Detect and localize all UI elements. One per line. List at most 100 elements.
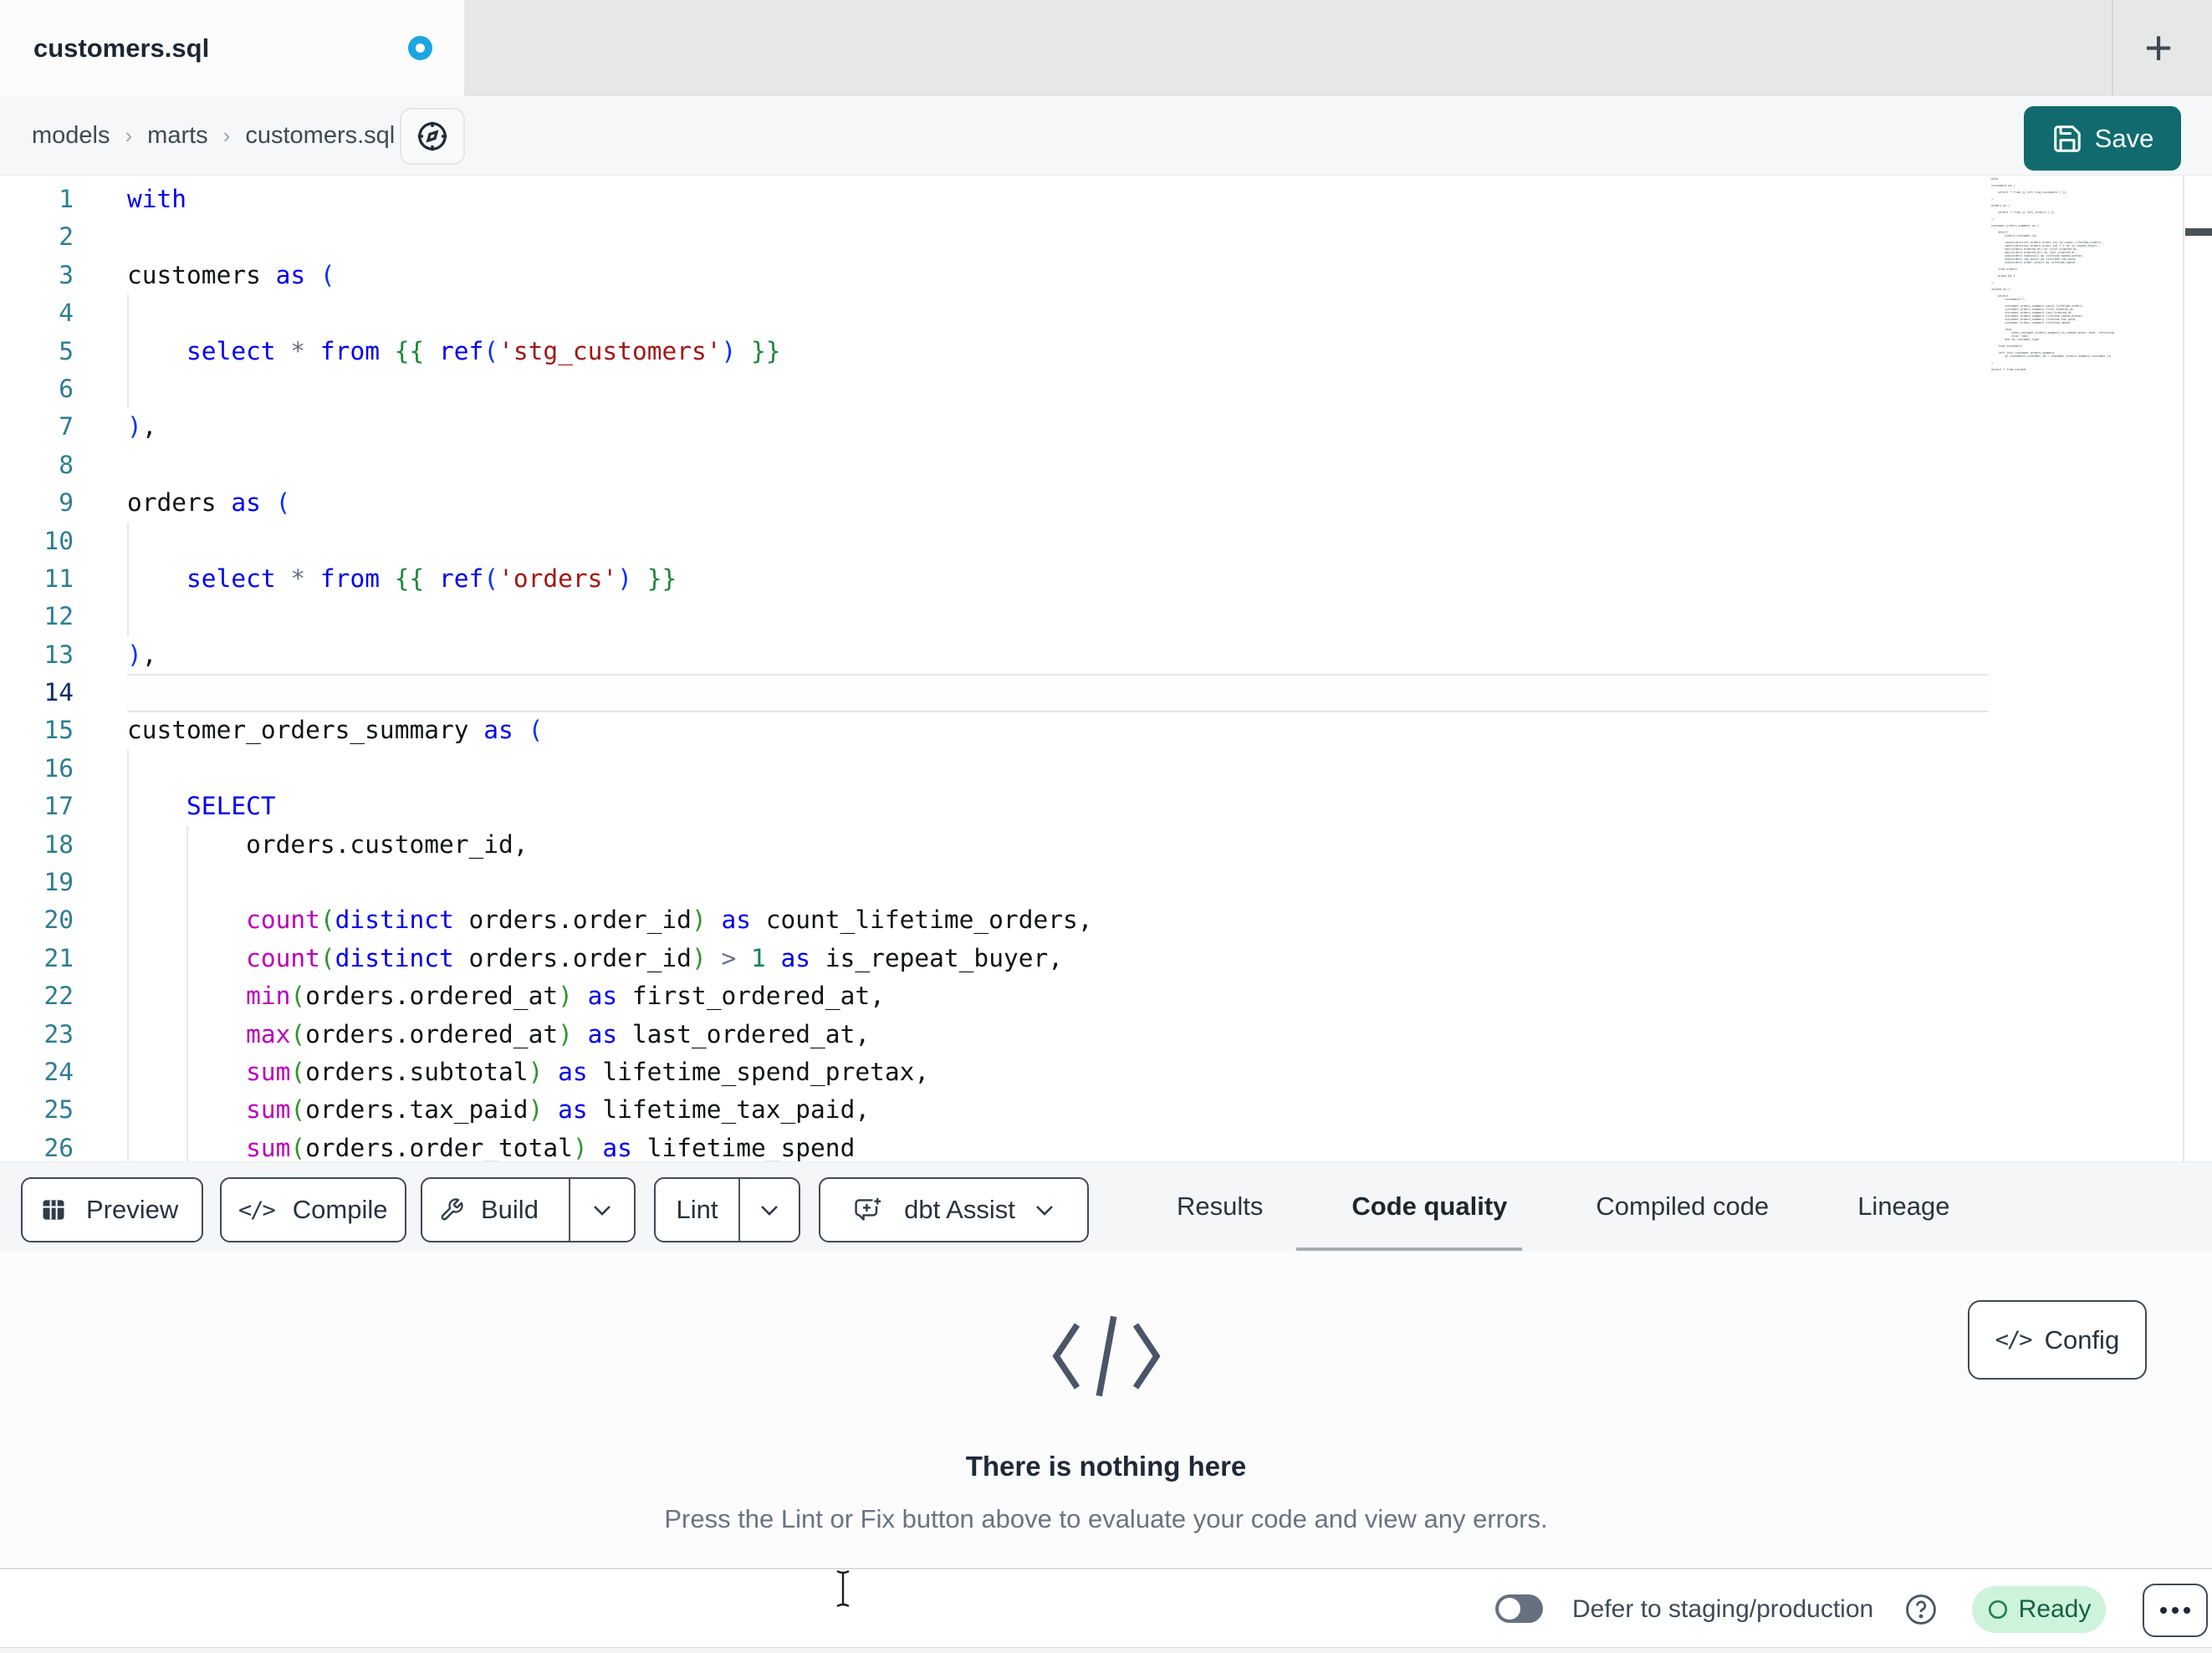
compile-button[interactable]: </> Compile: [220, 1177, 406, 1242]
breadcrumb-bar: models › marts › customers.sql Save: [0, 96, 2212, 176]
defer-toggle[interactable]: [1495, 1594, 1543, 1623]
tab-bar-divider: [2112, 0, 2113, 96]
dot: [2160, 1607, 2167, 1614]
line-number: 18: [43, 829, 74, 859]
code-line[interactable]: 18 orders.customer_id,: [0, 826, 1989, 864]
code-line[interactable]: 23 max(orders.ordered_at) as last_ordere…: [0, 1016, 1989, 1054]
code-line[interactable]: 17 SELECT: [0, 788, 1989, 825]
dot: [2184, 1607, 2190, 1614]
code-line[interactable]: 26 sum(orders.order_total) as lifetime_s…: [0, 1130, 1989, 1162]
panel-tabs: Results Code quality Compiled code Linea…: [1177, 1162, 1950, 1251]
code-quality-panel: There is nothing here Press the Lint or …: [0, 1251, 2212, 1568]
help-icon[interactable]: [1903, 1592, 1939, 1627]
line-number: 3: [59, 260, 74, 289]
defer-label: Defer to staging/production: [1572, 1594, 1874, 1623]
compass-icon: [417, 121, 447, 151]
code-brackets-icon: </>: [1995, 1327, 2033, 1353]
code-line[interactable]: 25 sum(orders.tax_paid) as lifetime_tax_…: [0, 1091, 1989, 1129]
code-line[interactable]: 3 customers as (: [0, 257, 1989, 294]
breadcrumb: models › marts › customers.sql: [32, 96, 395, 176]
preview-button[interactable]: Preview: [21, 1177, 203, 1242]
dbt-assist-button[interactable]: dbt Assist: [819, 1177, 1089, 1242]
code-line[interactable]: 8: [0, 446, 1989, 484]
lint-split-button: Lint: [654, 1177, 800, 1242]
dbt-ide-window: + customers.sql models › marts › custome…: [0, 0, 2212, 1653]
build-button[interactable]: Build: [422, 1179, 569, 1241]
line-number: 1: [59, 185, 74, 213]
code-line[interactable]: 11 select * from {{ ref('orders') }}: [0, 560, 1989, 598]
code-brackets-icon: </>: [238, 1196, 276, 1223]
code-lines[interactable]: 1 with 2 3 customers as (4 5 select * from {{…: [0, 181, 1989, 1162]
code-line[interactable]: 16: [0, 750, 1989, 788]
line-number: 5: [59, 336, 74, 365]
line-number: 22: [43, 982, 74, 1011]
text-cursor-pointer: [836, 1569, 850, 1608]
code-line[interactable]: 2: [0, 218, 1989, 256]
tab-lineage[interactable]: Lineage: [1857, 1191, 1949, 1222]
config-button[interactable]: </> Config: [1968, 1300, 2147, 1380]
line-number: 26: [43, 1133, 74, 1162]
lint-dropdown-button[interactable]: [740, 1179, 799, 1241]
overview-ruler-marker: [2185, 228, 2212, 236]
window-bottom-edge: [0, 1647, 2212, 1653]
lineage-navigate-button[interactable]: [400, 108, 465, 165]
build-dropdown-button[interactable]: [570, 1179, 634, 1241]
minimap[interactable]: with customers as ( select * from {{ ref…: [1991, 177, 2182, 1161]
line-number: 16: [43, 753, 74, 783]
tab-code-quality[interactable]: Code quality: [1351, 1191, 1507, 1222]
config-label: Config: [2044, 1324, 2120, 1355]
lint-button[interactable]: Lint: [656, 1179, 738, 1241]
code-line[interactable]: 5 select * from {{ ref('stg_customers') …: [0, 333, 1989, 370]
line-number: 25: [43, 1095, 74, 1125]
wrench-icon: [441, 1198, 463, 1221]
code-line[interactable]: 19: [0, 864, 1989, 901]
code-line[interactable]: 21 count(distinct orders.order_id) > 1 a…: [0, 940, 1989, 977]
code-line[interactable]: 4: [0, 294, 1989, 332]
ready-circle-icon: [1988, 1599, 2007, 1620]
toggle-knob: [1499, 1598, 1520, 1620]
tab-compiled-code[interactable]: Compiled code: [1596, 1191, 1769, 1222]
status-bar: Defer to staging/production Ready: [0, 1568, 2212, 1647]
line-number: 15: [43, 716, 74, 745]
code-editor[interactable]: 1 with 2 3 customers as (4 5 select * from {{…: [0, 176, 2212, 1162]
empty-state-description: Press the Lint or Fix button above to ev…: [664, 1504, 1548, 1533]
empty-state: There is nothing here Press the Lint or …: [0, 1309, 2212, 1534]
chevron-down-icon: [594, 1205, 611, 1216]
breadcrumb-item-customers-sql[interactable]: customers.sql: [245, 122, 395, 150]
code-line[interactable]: 24 sum(orders.subtotal) as lifetime_spen…: [0, 1054, 1989, 1091]
breadcrumb-separator: ›: [222, 123, 231, 148]
code-line[interactable]: 1 with: [0, 181, 1989, 218]
code-line[interactable]: 7),: [0, 408, 1989, 446]
code-line[interactable]: 13),: [0, 636, 1989, 674]
code-line[interactable]: 12: [0, 598, 1989, 635]
line-number: 9: [59, 488, 74, 518]
tab-title: customers.sql: [33, 33, 210, 63]
line-number: 17: [43, 792, 74, 821]
tab-results[interactable]: Results: [1177, 1191, 1263, 1222]
code-line[interactable]: 9 orders as (: [0, 484, 1989, 522]
editor-toolbar: Preview </> Compile Build Lint dbt Assis…: [0, 1162, 2212, 1251]
tab-customers-sql[interactable]: customers.sql: [0, 0, 464, 97]
code-line[interactable]: 14: [0, 674, 1989, 712]
code-line[interactable]: 15 customer_orders_summary as (: [0, 712, 1989, 749]
line-number: 12: [43, 602, 74, 631]
line-number: 11: [43, 564, 74, 593]
code-brackets-icon: [1051, 1315, 1161, 1397]
breadcrumb-item-models[interactable]: models: [32, 122, 110, 150]
code-line[interactable]: 20 count(distinct orders.order_id) as co…: [0, 901, 1989, 939]
save-button[interactable]: Save: [2024, 106, 2181, 171]
new-tab-button[interactable]: +: [2121, 0, 2196, 96]
line-number: 21: [43, 943, 74, 972]
code-line[interactable]: 6: [0, 370, 1989, 408]
assist-chat-sparkle-icon: [855, 1196, 883, 1221]
chevron-down-icon: [1035, 1205, 1053, 1216]
code-line[interactable]: 22 min(orders.ordered_at) as first_order…: [0, 977, 1989, 1015]
line-number: 10: [43, 526, 74, 555]
dot: [2172, 1607, 2179, 1614]
more-options-button[interactable]: [2143, 1584, 2208, 1637]
breadcrumb-item-marts[interactable]: marts: [147, 122, 208, 150]
status-ready-badge[interactable]: Ready: [1972, 1586, 2106, 1633]
ready-label: Ready: [2018, 1595, 2092, 1623]
line-number: 20: [43, 906, 74, 935]
code-line[interactable]: 10: [0, 523, 1989, 560]
